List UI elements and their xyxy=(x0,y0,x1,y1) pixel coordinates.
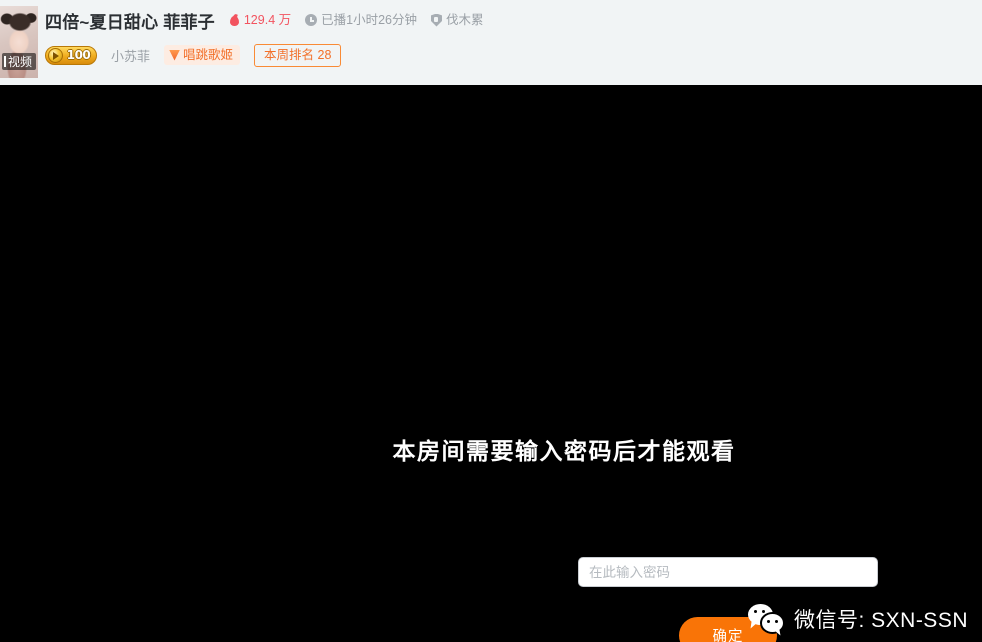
avatar-video-badge: 视频 xyxy=(2,53,37,70)
wechat-watermark: 微信号: SXN-SSN xyxy=(747,604,968,634)
password-gate: 本房间需要输入密码后才能观看 确定 xyxy=(0,85,982,642)
player-area: 本房间需要输入密码后才能观看 确定 微信号: SXN-SSN xyxy=(0,85,982,642)
shield-icon xyxy=(430,13,442,27)
level-orb-icon xyxy=(48,47,63,63)
stat-popularity: 129.4 万 xyxy=(229,13,291,27)
stat-duration: 已播1小时26分钟 xyxy=(305,13,417,27)
category-tag[interactable]: 唱跳歌姬 xyxy=(164,45,241,65)
stat-popularity-value: 129.4 万 xyxy=(243,13,292,27)
password-gate-title: 本房间需要输入密码后才能观看 xyxy=(392,438,736,464)
room-stats: 129.4 万 已播1小时26分钟 伐木累 xyxy=(229,13,484,27)
category-tag-label: 唱跳歌姬 xyxy=(183,48,234,62)
streamer-nickname[interactable]: 小苏菲 xyxy=(111,46,150,65)
wechat-watermark-text: 微信号: SXN-SSN xyxy=(793,609,968,632)
meta-row: 100 小苏菲 唱跳歌姬 本周排名 28 xyxy=(45,43,974,67)
page-title: 四倍~夏日甜心 菲菲子 xyxy=(45,12,215,32)
v-triangle-icon xyxy=(169,50,180,61)
fire-icon xyxy=(229,14,240,27)
room-header: 视频 四倍~夏日甜心 菲菲子 129.4 万 已播1小时26分钟 伐木累 100… xyxy=(0,0,982,85)
avatar-video-badge-label: 视频 xyxy=(8,54,33,69)
stat-duration-value: 已播1小时26分钟 xyxy=(321,13,417,27)
video-icon xyxy=(4,56,6,67)
avatar[interactable]: 视频 xyxy=(0,6,38,78)
password-input[interactable] xyxy=(578,557,878,587)
level-badge: 100 xyxy=(45,45,97,65)
stat-fan-group: 伐木累 xyxy=(430,13,484,27)
level-badge-value: 100 xyxy=(66,48,91,62)
wechat-icon xyxy=(747,604,785,634)
clock-icon xyxy=(305,14,318,26)
header-main: 四倍~夏日甜心 菲菲子 129.4 万 已播1小时26分钟 伐木累 100 小苏… xyxy=(45,8,974,67)
live-room-page: 视频 四倍~夏日甜心 菲菲子 129.4 万 已播1小时26分钟 伐木累 100… xyxy=(0,0,982,642)
stat-fan-group-value: 伐木累 xyxy=(445,13,484,27)
title-row: 四倍~夏日甜心 菲菲子 129.4 万 已播1小时26分钟 伐木累 xyxy=(45,8,974,32)
weekly-rank-badge[interactable]: 本周排名 28 xyxy=(254,43,342,67)
weekly-rank-label: 本周排名 28 xyxy=(264,48,332,62)
